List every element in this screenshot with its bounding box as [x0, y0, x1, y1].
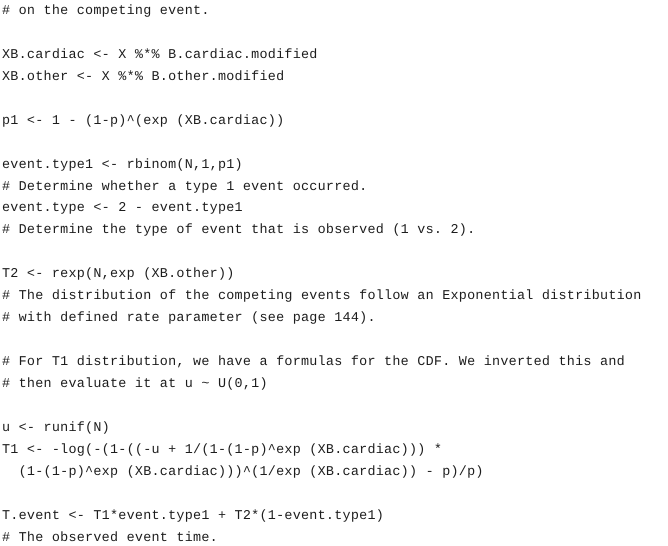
code-line: XB.other <- X %*% B.other.modified: [2, 69, 285, 85]
code-line: # The observed event time.: [2, 530, 218, 546]
document-page: # on the competing event. XB.cardiac <- …: [0, 0, 668, 546]
code-line: XB.cardiac <- X %*% B.cardiac.modified: [2, 47, 318, 63]
code-line: (1-(1-p)^exp (XB.cardiac)))^(1/exp (XB.c…: [2, 464, 484, 480]
code-line: # with defined rate parameter (see page …: [2, 311, 376, 327]
code-line: T1 <- -log(-(1-((-u + 1/(1-(1-p)^exp (XB…: [2, 442, 443, 458]
code-line: T2 <- rexp(N,exp (XB.other)): [2, 267, 235, 283]
code-line: # Determine whether a type 1 event occur…: [2, 179, 368, 195]
code-line: event.type1 <- rbinom(N,1,p1): [2, 157, 243, 173]
code-line: u <- runif(N): [2, 420, 110, 436]
code-listing: # on the competing event. XB.cardiac <- …: [2, 1, 666, 546]
code-line: # Determine the type of event that is ob…: [2, 223, 476, 239]
code-line: T.event <- T1*event.type1 + T2*(1-event.…: [2, 508, 385, 524]
code-line: # then evaluate it at u ~ U(0,1): [2, 376, 268, 392]
code-line: # on the competing event.: [2, 4, 210, 19]
code-line: # The distribution of the competing even…: [2, 289, 642, 305]
code-line: event.type <- 2 - event.type1: [2, 201, 243, 217]
code-line: p1 <- 1 - (1-p)^(exp (XB.cardiac)): [2, 113, 285, 129]
code-line: # For T1 distribution, we have a formula…: [2, 355, 625, 370]
